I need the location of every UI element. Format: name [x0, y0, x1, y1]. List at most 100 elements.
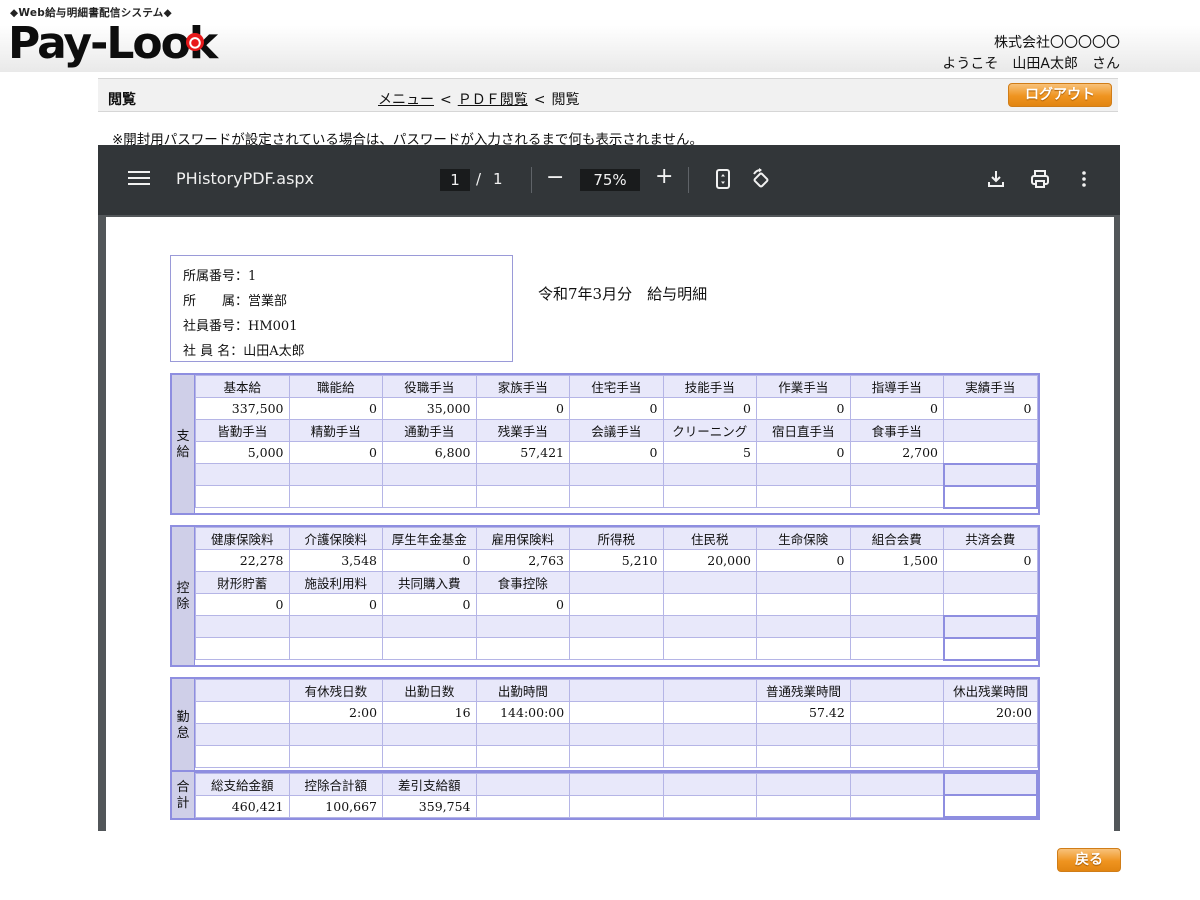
- item-value: [849, 637, 944, 660]
- employee-number: 社員番号：HM001: [183, 319, 298, 334]
- item-value: [382, 745, 477, 768]
- item-label: 介護保険料: [288, 527, 383, 550]
- payslip-grid: 基本給 職能給 役職手当 家族手当 住宅手当 技能手当 作業手当 指導手当 実績手当 337,50…: [195, 375, 1038, 509]
- item-label: 休出残業時間: [943, 679, 1038, 702]
- page-number-input[interactable]: 1: [440, 169, 470, 191]
- item-value: 359,754: [382, 794, 477, 818]
- item-value: 35,000: [382, 397, 477, 420]
- item-label: [942, 614, 1038, 639]
- item-label: 指導手当: [849, 375, 944, 398]
- zoom-out-button[interactable]: −: [546, 165, 564, 190]
- item-value: [288, 485, 383, 508]
- page-total: 1: [493, 170, 503, 188]
- rotate-icon[interactable]: [750, 168, 772, 190]
- item-value: [195, 701, 290, 724]
- item-label: [756, 723, 851, 746]
- item-label: 生命保険: [756, 527, 851, 550]
- item-value: [943, 593, 1038, 616]
- item-value: 0: [569, 441, 664, 464]
- toolbar-divider: [688, 167, 689, 193]
- item-value: [662, 593, 757, 616]
- item-label: 財形貯蓄: [195, 571, 290, 594]
- item-value: 0: [756, 397, 851, 420]
- item-value: 0: [849, 397, 944, 420]
- item-label: [195, 615, 290, 638]
- item-label: 残業手当: [475, 419, 570, 442]
- item-label: 精勤手当: [288, 419, 383, 442]
- item-value: 57.42: [756, 701, 851, 724]
- page-separator: /: [476, 170, 482, 188]
- item-value: [662, 485, 757, 508]
- dept-number: 所属番号：1: [183, 269, 257, 284]
- item-label: 職能給: [288, 375, 383, 398]
- header-row: [195, 723, 1038, 746]
- back-button[interactable]: 戻る: [1057, 848, 1121, 872]
- header-row: 有休残日数 出勤日数 出勤時間 普通残業時間 休出残業時間: [195, 679, 1038, 702]
- item-value: [849, 745, 945, 768]
- item-label: [475, 723, 571, 746]
- section-label-char: 怠: [176, 726, 190, 741]
- value-row: 460,421 100,667 359,754: [195, 794, 1038, 818]
- welcome-user: ようこそ 山田A太郎 さん: [942, 56, 1120, 72]
- item-value: 20:00: [943, 701, 1038, 724]
- fit-page-icon[interactable]: [712, 168, 734, 190]
- app-header: ◆Web給与明細書配信システム◆ Pay-Look 株式会社〇〇〇〇〇 ようこそ…: [0, 0, 1200, 72]
- value-row: [195, 745, 1038, 768]
- item-value: 0: [475, 397, 570, 420]
- item-label: 総支給金額: [195, 772, 290, 796]
- item-value: [942, 484, 1038, 509]
- item-value: [756, 593, 851, 616]
- item-value: 0: [756, 549, 851, 572]
- item-label: [382, 723, 477, 746]
- item-value: [662, 637, 757, 660]
- item-label: [569, 679, 664, 702]
- item-label: 差引支給額: [382, 772, 477, 796]
- item-value: 2:00: [288, 701, 384, 724]
- deduction-section: 控除健康保険料 介護保険料 厚生年金基金 雇用保険料 所得税 住民税 生命保険 組合会費 共済会…: [170, 525, 1040, 667]
- zoom-level-input[interactable]: 75%: [580, 169, 640, 191]
- value-row: 0000: [195, 593, 1038, 616]
- item-value: 5,210: [569, 549, 664, 572]
- item-label: [195, 463, 290, 486]
- item-value: [288, 637, 383, 660]
- payslip-title: 令和7年3月分 給与明細: [538, 285, 708, 303]
- print-icon[interactable]: [1029, 168, 1051, 190]
- logout-button[interactable]: ログアウト: [1008, 83, 1112, 107]
- section-label: 勤怠: [172, 679, 195, 771]
- menu-icon[interactable]: [128, 167, 150, 189]
- value-row: 2:00 16 144:00:00 57.42 20:00: [195, 701, 1038, 724]
- item-label: 雇用保険料: [475, 527, 570, 550]
- item-value: 0: [569, 397, 664, 420]
- item-value: 100,667: [288, 794, 383, 818]
- more-vert-icon[interactable]: [1073, 168, 1095, 190]
- item-label: 共同購入費: [382, 571, 477, 594]
- breadcrumb-separator: <: [533, 92, 546, 108]
- item-label: 通勤手当: [382, 419, 477, 442]
- item-label: 控除合計額: [288, 772, 383, 796]
- item-value: [475, 745, 571, 768]
- item-value: 460,421: [195, 794, 290, 818]
- item-value: [569, 745, 664, 768]
- item-label: 技能手当: [662, 375, 757, 398]
- zoom-in-button[interactable]: +: [655, 164, 673, 189]
- item-value: 0: [288, 397, 383, 420]
- item-label: [662, 772, 757, 796]
- company-name: 株式会社〇〇〇〇〇: [994, 35, 1120, 51]
- breadcrumb-menu-link[interactable]: メニュー: [378, 92, 434, 108]
- item-label: 作業手当: [756, 375, 851, 398]
- item-value: 5,000: [195, 441, 290, 464]
- item-value: [662, 794, 757, 818]
- section-label-char: 支: [176, 429, 190, 444]
- download-icon[interactable]: [985, 168, 1007, 190]
- breadcrumb-pdf-link[interactable]: ＰＤＦ閲覧: [458, 92, 528, 108]
- item-label: [756, 772, 851, 796]
- item-label: [662, 615, 757, 638]
- item-value: [569, 701, 664, 724]
- item-label: [662, 723, 758, 746]
- department: 所 属：営業部: [183, 294, 288, 309]
- item-label: [943, 571, 1038, 594]
- item-label: 住民税: [662, 527, 757, 550]
- page-title: 閲覧: [108, 92, 136, 108]
- item-value: 6,800: [382, 441, 477, 464]
- item-value: 2,763: [475, 549, 570, 572]
